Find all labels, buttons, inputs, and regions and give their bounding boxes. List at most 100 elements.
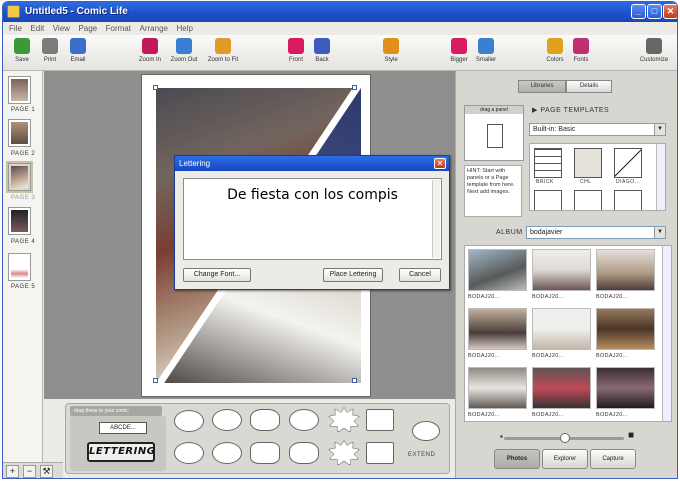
photo-thumb[interactable] <box>468 367 527 409</box>
page-label-2: PAGE 2 <box>11 151 36 157</box>
speech-balloon-round[interactable] <box>174 410 204 432</box>
tab-libraries[interactable]: Libraries <box>518 80 566 93</box>
template-6[interactable] <box>614 190 642 210</box>
lettering-palette-header: drag these to your comic <box>70 406 162 416</box>
menu-view[interactable]: View <box>53 22 70 35</box>
slider-knob[interactable] <box>560 433 570 443</box>
template-brick[interactable] <box>534 148 562 178</box>
minimize-button[interactable]: _ <box>631 4 646 19</box>
remove-page-button[interactable]: − <box>23 465 36 478</box>
zoom-in-button[interactable]: Zoom In <box>135 38 165 63</box>
cancel-button[interactable]: Cancel <box>399 268 441 282</box>
photo-thumb[interactable] <box>596 367 655 409</box>
caption-box[interactable] <box>366 409 394 431</box>
photo-scrollbar[interactable] <box>662 246 671 421</box>
speech-balloon-oval[interactable] <box>250 409 280 431</box>
template-scrollbar[interactable] <box>656 144 665 210</box>
page-thumb-2[interactable] <box>8 119 31 147</box>
maximize-button[interactable]: □ <box>647 4 662 19</box>
customize-icon <box>646 38 662 54</box>
colors-button[interactable]: Colors <box>543 38 567 63</box>
drag-panel-box[interactable]: drag a panel <box>464 105 524 161</box>
page-thumb-4[interactable] <box>8 207 31 235</box>
panel-handle[interactable] <box>352 85 357 90</box>
page-label-5: PAGE 5 <box>11 284 36 290</box>
lettering-logo[interactable]: LETTERING <box>87 442 155 462</box>
page-label-4: PAGE 4 <box>11 239 36 245</box>
front-button[interactable]: Front <box>285 38 307 63</box>
zoom-to-fit-icon <box>215 38 231 54</box>
photo-thumb[interactable] <box>532 249 591 291</box>
text-scrollbar[interactable] <box>432 180 440 258</box>
tab-explorer[interactable]: Explorer <box>542 449 588 469</box>
speech-balloon-wide[interactable] <box>289 442 319 464</box>
panel-handle[interactable] <box>153 378 158 383</box>
back-button[interactable]: Back <box>311 38 333 63</box>
speech-balloon-round-alt[interactable] <box>174 442 204 464</box>
templates-select[interactable]: Built-in: Basic ▼ <box>529 123 666 136</box>
bigger-button[interactable]: Bigger <box>447 38 471 63</box>
photo-thumb[interactable] <box>532 367 591 409</box>
menu-format[interactable]: Format <box>106 22 131 35</box>
customize-button[interactable]: Customize <box>637 38 671 63</box>
template-4[interactable] <box>534 190 562 210</box>
thought-balloon-alt[interactable] <box>212 442 242 464</box>
email-button[interactable]: Email <box>65 38 91 63</box>
page-thumb-1[interactable] <box>8 76 31 104</box>
zoom-to-fit-button[interactable]: Zoom to Fit <box>203 38 243 63</box>
panel-handle[interactable] <box>352 378 357 383</box>
save-button[interactable]: Save <box>11 38 33 63</box>
thought-balloon[interactable] <box>212 409 242 431</box>
photo-thumb[interactable] <box>468 308 527 350</box>
photo-thumb[interactable] <box>468 249 527 291</box>
shout-balloon[interactable] <box>329 408 359 432</box>
save-icon <box>14 38 30 54</box>
style-button[interactable]: Style <box>379 38 403 63</box>
add-page-button[interactable]: + <box>6 465 19 478</box>
close-icon[interactable]: ✕ <box>434 158 446 169</box>
lettering-text-value: De fiesta con los compis <box>227 187 398 203</box>
album-select[interactable]: bodajavier ▼ <box>526 226 666 239</box>
page-templates-label[interactable]: ▶ PAGE TEMPLATES <box>532 106 609 114</box>
speech-balloon-rounded[interactable] <box>250 442 280 464</box>
print-button[interactable]: Print <box>39 38 61 63</box>
menu-file[interactable]: File <box>9 22 22 35</box>
photo-label: BODAJ20... <box>468 294 501 300</box>
photo-label: BODAJ20... <box>532 412 565 418</box>
template-grid: BRICK CHL DIAGO... <box>529 143 666 211</box>
photo-label: BODAJ20... <box>532 353 565 359</box>
page-thumb-3[interactable] <box>6 161 33 193</box>
menu-page[interactable]: Page <box>78 22 97 35</box>
whisper-balloon[interactable] <box>289 409 319 431</box>
menu-bar: File Edit View Page Format Arrange Help <box>3 22 677 35</box>
place-lettering-button[interactable]: Place Lettering <box>323 268 383 282</box>
page-thumb-5[interactable] <box>8 253 31 281</box>
change-font-button[interactable]: Change Font... <box>183 268 251 282</box>
caption-box-alt[interactable] <box>366 442 394 464</box>
shout-balloon-alt[interactable] <box>329 441 359 465</box>
menu-arrange[interactable]: Arrange <box>140 22 168 35</box>
template-chl[interactable] <box>574 148 602 178</box>
template-5[interactable] <box>574 190 602 210</box>
tab-details[interactable]: Details <box>566 80 612 93</box>
panel-handle[interactable] <box>153 85 158 90</box>
tab-photos[interactable]: Photos <box>494 449 540 469</box>
photo-thumb[interactable] <box>596 249 655 291</box>
menu-help[interactable]: Help <box>176 22 192 35</box>
menu-edit[interactable]: Edit <box>30 22 44 35</box>
close-button[interactable]: ✕ <box>663 4 677 19</box>
tab-capture[interactable]: Capture <box>590 449 636 469</box>
extend-balloon[interactable] <box>412 421 440 441</box>
zoom-out-button[interactable]: Zoom Out <box>168 38 200 63</box>
photo-thumb[interactable] <box>532 308 591 350</box>
fonts-button[interactable]: Fonts <box>569 38 593 63</box>
photo-thumb[interactable] <box>596 308 655 350</box>
lettering-sample-text[interactable]: ABCDE... <box>99 422 147 434</box>
lettering-text-area[interactable]: De fiesta con los compis <box>183 178 442 260</box>
template-name: DIAGO... <box>616 179 641 185</box>
page-options-button[interactable]: ⚒ <box>40 465 53 478</box>
chevron-down-icon: ▼ <box>654 124 665 135</box>
text-smaller-icon <box>478 38 494 54</box>
template-diago[interactable] <box>614 148 642 178</box>
smaller-button[interactable]: Smaller <box>473 38 499 63</box>
